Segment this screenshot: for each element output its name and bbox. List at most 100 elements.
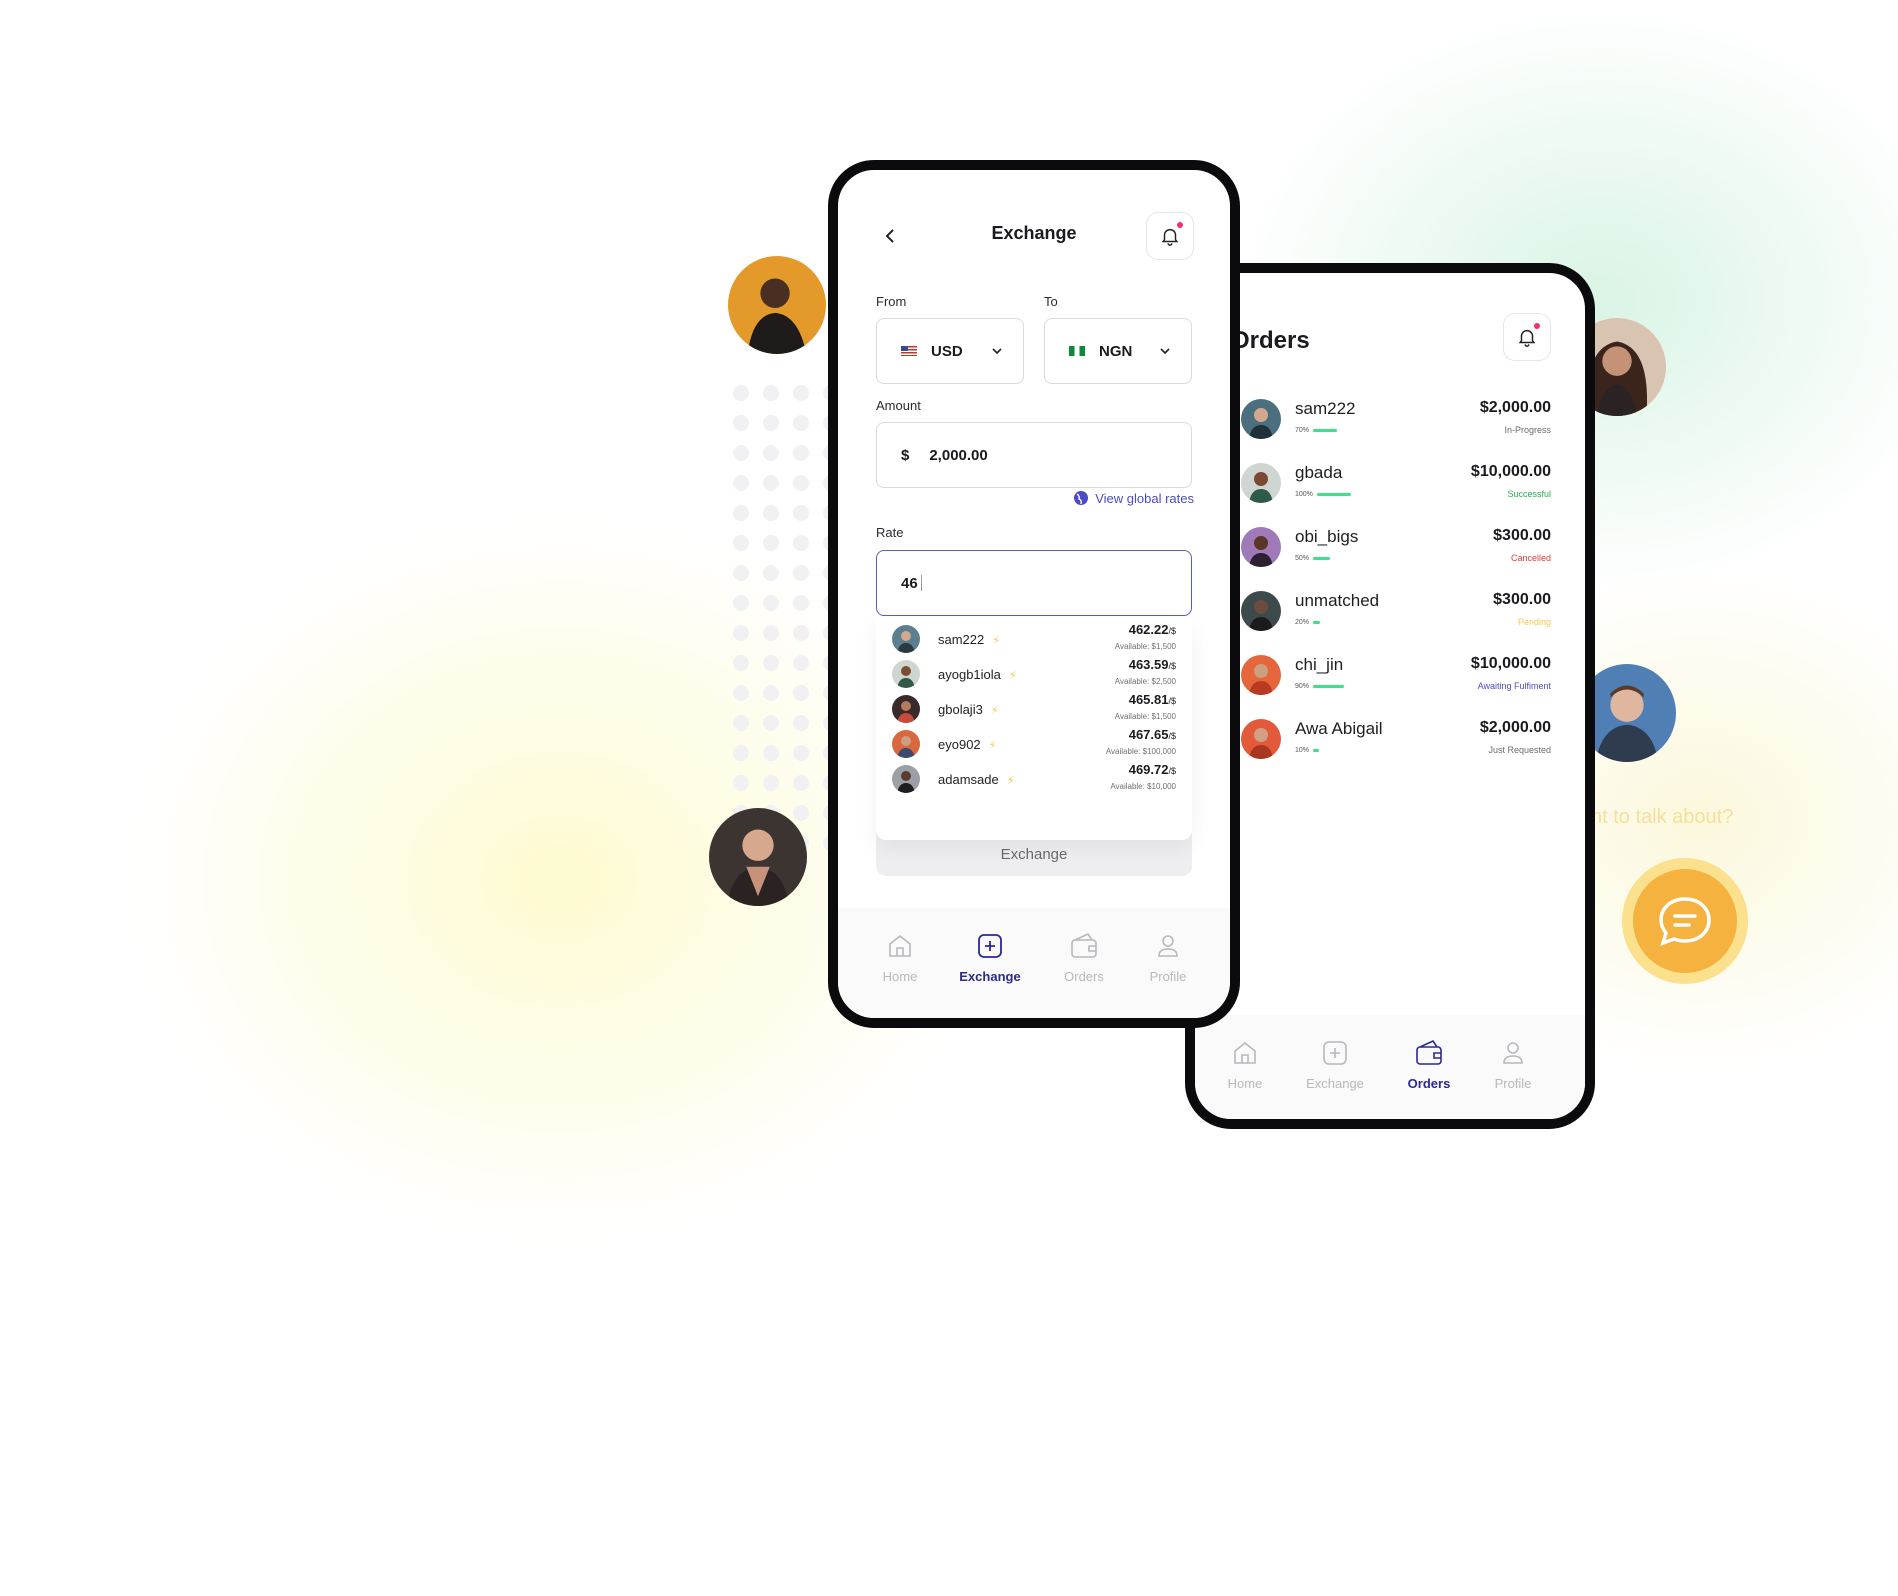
rate-value: 46 — [901, 574, 918, 592]
home-icon — [1234, 1041, 1256, 1064]
profile-icon — [1503, 1042, 1523, 1064]
order-username: chi_jin — [1295, 655, 1344, 674]
tab-label: Home — [1227, 1076, 1263, 1091]
amount-label: Amount — [876, 398, 921, 413]
order-progress-bar — [1313, 557, 1330, 560]
background-dot — [763, 745, 779, 761]
background-dot — [733, 595, 749, 611]
from-label: From — [876, 294, 907, 309]
background-dot — [793, 505, 809, 521]
avatar — [1241, 655, 1281, 695]
background-dot — [763, 475, 779, 491]
tab-orders[interactable]: Orders — [1044, 930, 1124, 986]
background-dot — [793, 655, 809, 671]
background-dot — [763, 385, 779, 401]
orders-phone: Orders sam222 70% $2,000.00 In-Progress … — [1185, 263, 1595, 1129]
order-row[interactable]: gbada 100% $10,000.00 Successful — [1233, 461, 1551, 521]
order-row[interactable]: Awa Abigail 10% $2,000.00 Just Requested — [1233, 717, 1551, 777]
order-row[interactable]: obi_bigs 50% $300.00 Cancelled — [1233, 525, 1551, 585]
lightning-icon: ⚡ — [990, 704, 999, 717]
order-amount: $300.00 — [1493, 591, 1551, 608]
background-dot — [733, 445, 749, 461]
order-username: gbada — [1295, 463, 1343, 482]
offer-available: Available: $10,000 — [1110, 782, 1176, 791]
lightning-icon: ⚡ — [1008, 669, 1017, 682]
tab-exchange[interactable]: Exchange — [950, 930, 1030, 986]
background-dot — [733, 475, 749, 491]
avatar — [1241, 527, 1281, 567]
background-dot — [733, 745, 749, 761]
order-amount: $300.00 — [1493, 527, 1551, 544]
order-progress-bar — [1313, 749, 1319, 752]
background-dot — [793, 475, 809, 491]
avatar — [1241, 463, 1281, 503]
order-status: Successful — [1507, 489, 1551, 499]
bottom-tab-bar: Home Exchange Orders Profile — [838, 908, 1230, 1018]
order-progress-bar — [1313, 621, 1320, 624]
offer-rate: 469.72 — [1128, 762, 1169, 777]
wallet-icon — [1071, 932, 1097, 958]
tab-label: Exchange — [1306, 1076, 1364, 1091]
background-dot — [733, 565, 749, 581]
background-dot — [793, 535, 809, 551]
rate-offer-row[interactable]: adamsade ⚡ 469.72/$ Available: $10,000 — [876, 758, 1192, 800]
text-cursor — [920, 575, 922, 591]
rate-suggestions-dropdown: sam222 ⚡ 462.22/$ Available: $1,500 ayogb… — [876, 618, 1192, 840]
tab-home[interactable]: Home — [1205, 1037, 1285, 1093]
order-amount: $2,000.00 — [1479, 399, 1551, 416]
to-currency-select[interactable]: NGN — [1044, 318, 1192, 384]
order-username: sam222 — [1295, 399, 1356, 418]
from-currency-select[interactable]: USD — [876, 318, 1024, 384]
background-dot — [763, 505, 779, 521]
to-label: To — [1044, 294, 1058, 309]
exchange-plus-icon — [1323, 1041, 1347, 1065]
offer-rate: 462.22 — [1128, 622, 1169, 637]
background-dot — [733, 685, 749, 701]
order-status: Awaiting Fulfiment — [1477, 681, 1551, 691]
order-amount: $2,000.00 — [1479, 719, 1551, 736]
background-dot — [733, 775, 749, 791]
tab-orders[interactable]: Orders — [1389, 1037, 1469, 1093]
order-row[interactable]: sam222 70% $2,000.00 In-Progress — [1233, 397, 1551, 457]
background-dot — [733, 655, 749, 671]
order-status: Cancelled — [1510, 553, 1551, 563]
view-global-rates-link[interactable]: View global rates — [1073, 490, 1194, 506]
amount-input[interactable]: $ 2,000.00 — [876, 422, 1192, 488]
rate-input[interactable]: 46 — [876, 550, 1192, 616]
floating-avatar — [728, 256, 826, 354]
globe-icon — [1074, 491, 1089, 505]
offer-available: Available: $100,000 — [1105, 747, 1176, 756]
background-dot — [793, 595, 809, 611]
background-dot — [733, 625, 749, 641]
background-dot — [793, 415, 809, 431]
notification-button[interactable] — [1146, 212, 1194, 260]
tab-exchange[interactable]: Exchange — [1295, 1037, 1375, 1093]
order-username: Awa Abigail — [1295, 719, 1383, 738]
background-dot — [763, 775, 779, 791]
order-progress-bar — [1317, 493, 1351, 496]
background-dot — [763, 595, 779, 611]
notification-button[interactable] — [1503, 313, 1551, 361]
offer-rate: 463.59 — [1128, 657, 1169, 672]
order-row[interactable]: unmatched 20% $300.00 Pending — [1233, 589, 1551, 649]
exchange-plus-icon — [978, 934, 1002, 958]
offer-rate: 465.81 — [1128, 692, 1169, 707]
tab-label: Orders — [1407, 1076, 1451, 1091]
background-dot — [763, 625, 779, 641]
avatar — [892, 660, 920, 688]
avatar — [892, 765, 920, 793]
background-dot — [763, 445, 779, 461]
bell-icon — [1518, 329, 1536, 347]
tab-home[interactable]: Home — [860, 930, 940, 986]
order-row[interactable]: chi_jin 90% $10,000.00 Awaiting Fulfimen… — [1233, 653, 1551, 713]
order-amount: $10,000.00 — [1470, 463, 1551, 480]
offer-rate-unit: /$ — [1168, 661, 1176, 671]
bottom-tab-bar: Home Exchange Orders Profile — [1195, 1015, 1585, 1119]
tab-profile[interactable]: Profile — [1473, 1037, 1553, 1093]
background-dot — [793, 745, 809, 761]
background-dot — [793, 775, 809, 791]
tab-profile[interactable]: Profile — [1128, 930, 1208, 986]
avatar — [1241, 399, 1281, 439]
offer-username: ayogb1iola — [938, 666, 1001, 682]
chat-button[interactable] — [1622, 858, 1748, 984]
